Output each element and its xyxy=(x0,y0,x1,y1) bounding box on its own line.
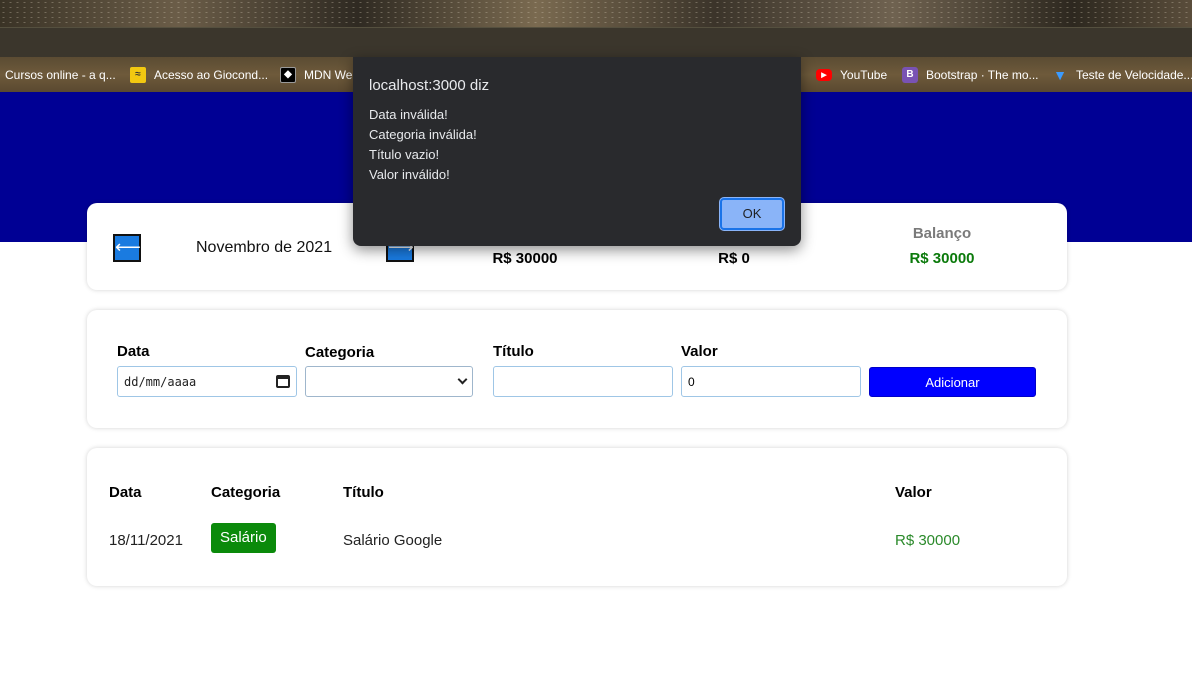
dialog-message-line: Título vazio! xyxy=(369,147,440,162)
category-label: Categoria xyxy=(305,344,375,361)
balance-label: Balanço xyxy=(912,225,972,242)
row-date: 18/11/2021 xyxy=(109,532,183,549)
income-value: R$ 30000 xyxy=(492,250,558,267)
dialog-message-line: Data inválida! xyxy=(369,107,448,122)
row-title: Salário Google xyxy=(343,532,443,549)
column-header-title: Título xyxy=(343,484,384,501)
youtube-icon: ▶ xyxy=(816,68,832,81)
browser-tab-strip xyxy=(0,0,1192,27)
ok-button[interactable]: OK xyxy=(720,198,784,230)
bookmark-youtube[interactable]: ▶ YouTube xyxy=(816,57,887,92)
add-button[interactable]: Adicionar xyxy=(869,367,1036,397)
transactions-table: Data Categoria Título Valor 18/11/2021 S… xyxy=(87,448,1067,586)
column-header-date: Data xyxy=(109,484,142,501)
balance-summary: Balanço R$ 30000 xyxy=(882,225,1002,267)
column-header-value: Valor xyxy=(895,484,932,501)
chevron-down-icon xyxy=(457,374,468,385)
bookmark-mdn[interactable]: ◆ MDN We xyxy=(280,57,352,92)
value-input[interactable]: 0 xyxy=(681,366,861,397)
row-value: R$ 30000 xyxy=(895,532,961,549)
current-month: Novembro de 2021 xyxy=(196,239,333,256)
dialog-message-line: Valor inválido! xyxy=(369,167,450,182)
giocond-icon: ≈ xyxy=(130,66,146,83)
category-select[interactable] xyxy=(305,366,473,397)
bookmark-cursos[interactable]: Cursos online - a q... xyxy=(5,57,116,92)
calendar-icon[interactable] xyxy=(276,375,290,388)
value-label: Valor xyxy=(681,343,718,360)
mdn-icon: ◆ xyxy=(280,66,296,83)
speedtest-icon: ▼ xyxy=(1053,66,1067,83)
title-input[interactable] xyxy=(493,366,673,397)
browser-address-bar[interactable] xyxy=(0,27,1192,57)
title-label: Título xyxy=(493,343,534,360)
column-header-category: Categoria xyxy=(211,484,281,501)
dialog-title: localhost:3000 diz xyxy=(369,77,490,94)
alert-dialog: localhost:3000 diz Data inválida! Catego… xyxy=(353,57,801,246)
balance-value: R$ 30000 xyxy=(909,250,975,267)
income-summary: R$ 30000 xyxy=(465,250,585,267)
date-input[interactable]: dd/mm/aaaa xyxy=(117,366,297,397)
bookmark-speedtest[interactable]: ▼ Teste de Velocidade... xyxy=(1052,57,1192,92)
expense-summary: R$ 0 xyxy=(674,250,794,267)
date-label: Data xyxy=(117,343,150,360)
dialog-message: Data inválida! Categoria inválida! Títul… xyxy=(369,105,477,185)
input-form-card: Data dd/mm/aaaa Categoria Título Valor 0… xyxy=(87,310,1067,428)
prev-month-button[interactable]: ⟵ xyxy=(113,234,141,262)
dialog-message-line: Categoria inválida! xyxy=(369,127,477,142)
bootstrap-icon: B xyxy=(902,66,918,83)
arrow-left-icon: ⟵ xyxy=(115,237,141,257)
expense-value: R$ 0 xyxy=(718,250,750,267)
category-badge: Salário xyxy=(211,523,276,553)
bookmark-bootstrap[interactable]: B Bootstrap · The mo... xyxy=(902,57,1039,92)
bookmark-giocond[interactable]: ≈ Acesso ao Giocond... xyxy=(130,57,268,92)
